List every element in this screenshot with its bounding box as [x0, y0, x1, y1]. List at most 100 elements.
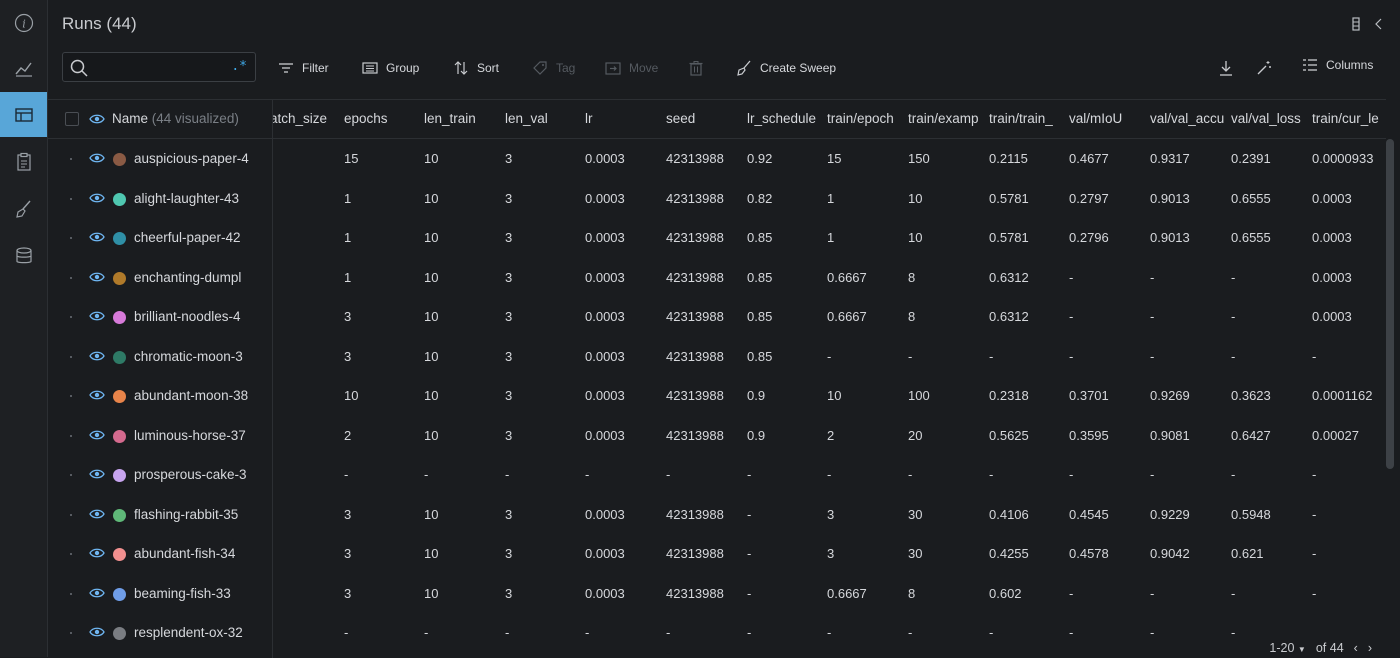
column-header[interactable]: lr: [585, 100, 661, 138]
column-header[interactable]: train/examp: [908, 100, 984, 138]
eye-icon[interactable]: [89, 429, 105, 441]
column-header[interactable]: lr_schedule: [747, 100, 823, 138]
table-button[interactable]: [0, 92, 47, 137]
run-row[interactable]: alight-laughter-43: [48, 179, 272, 219]
run-color-dot[interactable]: [113, 153, 126, 166]
eye-icon[interactable]: [89, 587, 105, 599]
eye-icon[interactable]: [89, 350, 105, 362]
eye-icon[interactable]: [89, 508, 105, 520]
run-row[interactable]: prosperous-cake-3: [48, 455, 272, 495]
column-header[interactable]: epochs: [344, 100, 420, 138]
run-row[interactable]: enchanting-dumpl: [48, 258, 272, 298]
run-color-dot[interactable]: [113, 390, 126, 403]
run-color-dot[interactable]: [113, 271, 126, 285]
tag-button[interactable]: Tag: [532, 58, 575, 78]
column-header[interactable]: seed: [666, 100, 742, 138]
run-name[interactable]: alight-laughter-43: [134, 179, 268, 219]
row-handle[interactable]: [70, 434, 72, 437]
column-header[interactable]: train/cur_le: [1312, 100, 1386, 138]
panel-toggle-icon[interactable]: [1350, 17, 1364, 31]
column-header[interactable]: train/train_: [989, 100, 1065, 138]
run-color-dot[interactable]: [113, 429, 126, 443]
run-color-dot[interactable]: [113, 469, 126, 482]
run-name[interactable]: prosperous-cake-3: [134, 455, 268, 495]
group-button[interactable]: Group: [362, 58, 419, 78]
column-header[interactable]: atch_size: [270, 100, 340, 138]
run-row[interactable]: resplendent-ox-32: [48, 613, 272, 653]
row-handle[interactable]: [70, 237, 72, 239]
row-handle[interactable]: [70, 592, 72, 595]
row-handle[interactable]: [70, 197, 72, 200]
run-name[interactable]: flashing-rabbit-35: [134, 495, 268, 535]
columns-button[interactable]: Columns: [1302, 55, 1373, 75]
row-handle[interactable]: [70, 395, 72, 397]
search-box[interactable]: .*: [62, 52, 256, 82]
column-header[interactable]: val/mIoU: [1069, 100, 1145, 138]
run-color-dot[interactable]: [113, 627, 126, 640]
run-color-dot[interactable]: [113, 350, 126, 364]
run-row[interactable]: auspicious-paper-4: [48, 139, 272, 179]
run-row[interactable]: luminous-horse-37: [48, 416, 272, 456]
run-name[interactable]: brilliant-noodles-4: [134, 297, 268, 337]
chevron-left-icon[interactable]: ‹: [1354, 641, 1358, 655]
eye-icon[interactable]: [89, 468, 105, 480]
run-name[interactable]: cheerful-paper-42: [134, 218, 268, 258]
magic-wand-button[interactable]: [1256, 58, 1272, 78]
delete-button[interactable]: [688, 58, 704, 78]
eye-icon[interactable]: [89, 271, 105, 283]
run-color-dot[interactable]: [113, 508, 126, 522]
row-handle[interactable]: [70, 474, 72, 476]
chevron-left-icon[interactable]: [1372, 17, 1386, 31]
eye-icon[interactable]: [89, 626, 105, 638]
run-row[interactable]: chromatic-moon-3: [48, 337, 272, 377]
vertical-scrollbar[interactable]: [1386, 139, 1394, 469]
charts-button[interactable]: [0, 45, 47, 90]
select-all-checkbox[interactable]: [65, 112, 79, 126]
column-header[interactable]: len_val: [505, 100, 581, 138]
column-header[interactable]: len_train: [424, 100, 500, 138]
row-handle[interactable]: [70, 553, 72, 555]
eye-icon[interactable]: [89, 547, 105, 559]
eye-icon[interactable]: [89, 113, 105, 125]
run-color-dot[interactable]: [113, 311, 126, 324]
run-name[interactable]: beaming-fish-33: [134, 574, 268, 614]
eye-icon[interactable]: [89, 152, 105, 164]
page-range-select[interactable]: 1-20 ▼: [1269, 641, 1305, 655]
eye-icon[interactable]: [89, 389, 105, 401]
row-handle[interactable]: [70, 276, 72, 279]
run-row[interactable]: flashing-rabbit-35: [48, 495, 272, 535]
search-input[interactable]: [95, 57, 229, 79]
run-row[interactable]: brilliant-noodles-4: [48, 297, 272, 337]
move-button[interactable]: Move: [605, 58, 658, 78]
filter-button[interactable]: Filter: [278, 58, 329, 78]
run-color-dot[interactable]: [113, 548, 126, 561]
run-row[interactable]: abundant-fish-34: [48, 534, 272, 574]
run-color-dot[interactable]: [113, 192, 126, 206]
column-header[interactable]: val/val_loss: [1231, 100, 1307, 138]
run-name[interactable]: luminous-horse-37: [134, 416, 268, 456]
column-header[interactable]: train/epoch: [827, 100, 903, 138]
run-color-dot[interactable]: [113, 232, 126, 245]
row-handle[interactable]: [70, 513, 72, 516]
artifacts-button[interactable]: [0, 233, 47, 278]
name-header-label[interactable]: Name (44 visualized): [112, 100, 239, 138]
run-name[interactable]: enchanting-dumpl: [134, 258, 268, 298]
run-row[interactable]: abundant-moon-38: [48, 376, 272, 416]
chevron-right-icon[interactable]: ›: [1368, 641, 1372, 655]
row-handle[interactable]: [70, 316, 72, 318]
run-name[interactable]: auspicious-paper-4: [134, 139, 268, 179]
row-handle[interactable]: [70, 355, 72, 358]
sweeps-button[interactable]: [0, 186, 47, 231]
eye-icon[interactable]: [89, 310, 105, 322]
run-row[interactable]: cheerful-paper-42: [48, 218, 272, 258]
download-button[interactable]: [1218, 58, 1234, 78]
sort-button[interactable]: Sort: [453, 58, 499, 78]
eye-icon[interactable]: [89, 231, 105, 243]
run-name[interactable]: resplendent-ox-32: [134, 613, 268, 653]
run-color-dot[interactable]: [113, 587, 126, 601]
reports-button[interactable]: [0, 139, 47, 184]
info-button[interactable]: i: [0, 0, 47, 45]
create-sweep-button[interactable]: Create Sweep: [736, 58, 836, 78]
run-row[interactable]: beaming-fish-33: [48, 574, 272, 614]
eye-icon[interactable]: [89, 192, 105, 204]
